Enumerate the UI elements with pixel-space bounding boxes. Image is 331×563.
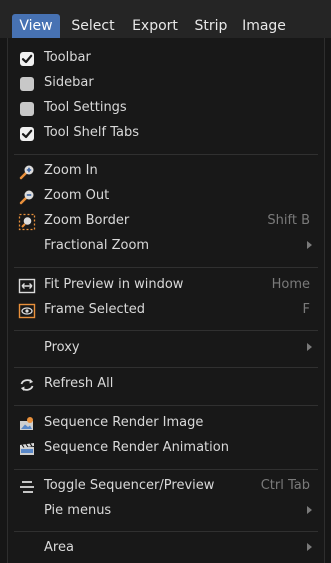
menu-item-label: Sequence Render Image: [44, 415, 204, 430]
menu-item-toggle-sequencer-preview[interactable]: Toggle Sequencer/Preview Ctrl Tab: [8, 475, 324, 499]
toggle-label: Tool Settings: [44, 100, 127, 115]
zoom-out-icon: [18, 188, 36, 206]
shortcut-label: Home: [271, 277, 310, 292]
menu-item-sequence-render-animation[interactable]: Sequence Render Animation: [8, 437, 324, 461]
menu-item-label: Fractional Zoom: [44, 238, 150, 253]
separator: [14, 469, 318, 470]
refresh-icon: [18, 376, 36, 394]
menu-item-refresh-all[interactable]: Refresh All: [8, 373, 324, 397]
menu-item-proxy[interactable]: Proxy: [8, 337, 324, 361]
checkbox-unchecked-icon[interactable]: [20, 102, 34, 116]
menu-item-fractional-zoom[interactable]: Fractional Zoom: [8, 235, 324, 259]
separator: [14, 267, 318, 268]
menu-item-fit-preview[interactable]: Fit Preview in window Home: [8, 274, 324, 298]
toggle-label: Sidebar: [44, 75, 94, 90]
menu-bar: View Select Export Strip Image: [0, 0, 331, 38]
menu-item-label: Refresh All: [44, 376, 114, 391]
shortcut-label: F: [302, 302, 310, 317]
checkbox-checked-icon[interactable]: [20, 52, 34, 66]
toggle-label: Toolbar: [44, 50, 91, 65]
menu-item-zoom-out[interactable]: Zoom Out: [8, 185, 324, 209]
separator: [14, 405, 318, 406]
toggle-tool-settings[interactable]: Tool Settings: [8, 97, 324, 121]
menu-item-pie-menus[interactable]: Pie menus: [8, 500, 324, 524]
toggle-tool-shelf-tabs[interactable]: Tool Shelf Tabs: [8, 122, 324, 146]
checkbox-checked-icon[interactable]: [20, 127, 34, 141]
toggle-label: Tool Shelf Tabs: [44, 125, 139, 140]
menu-item-zoom-in[interactable]: Zoom In: [8, 160, 324, 184]
menu-item-label: Frame Selected: [44, 302, 145, 317]
menu-item-label: Toggle Sequencer/Preview: [44, 478, 215, 493]
menu-item-label: Zoom Out: [44, 188, 110, 203]
checkbox-unchecked-icon[interactable]: [20, 77, 34, 91]
tab-view[interactable]: View: [12, 14, 60, 38]
toggle-sidebar[interactable]: Sidebar: [8, 72, 324, 96]
toggle-toolbar[interactable]: Toolbar: [8, 47, 324, 71]
menu-item-label: Zoom Border: [44, 213, 130, 228]
separator: [14, 154, 318, 155]
fit-preview-icon: [18, 277, 36, 295]
zoom-border-icon: [18, 213, 36, 231]
menu-item-label: Area: [44, 540, 74, 555]
render-animation-icon: [18, 440, 36, 458]
menu-item-label: Proxy: [44, 340, 80, 355]
shortcut-label: Ctrl Tab: [260, 478, 310, 493]
menu-item-sequence-render-image[interactable]: Sequence Render Image: [8, 412, 324, 436]
shortcut-label: Shift B: [267, 213, 310, 228]
toggle-sequencer-icon: [18, 478, 36, 496]
separator: [14, 367, 318, 368]
menu-item-area[interactable]: Area: [8, 537, 324, 561]
tab-export[interactable]: Export: [127, 14, 183, 38]
menu-item-label: Fit Preview in window: [44, 277, 184, 292]
menu-item-label: Sequence Render Animation: [44, 440, 229, 455]
tab-select[interactable]: Select: [66, 14, 120, 38]
submenu-arrow-icon: [307, 241, 312, 249]
menu-item-zoom-border[interactable]: Zoom Border Shift B: [8, 210, 324, 234]
separator: [14, 330, 318, 331]
submenu-arrow-icon: [307, 343, 312, 351]
separator: [14, 531, 318, 532]
submenu-arrow-icon: [307, 506, 312, 514]
view-menu-dropdown: Toolbar Sidebar Tool Settings Tool Shelf…: [7, 38, 325, 563]
submenu-arrow-icon: [307, 543, 312, 551]
tab-strip[interactable]: Strip: [189, 14, 233, 38]
tab-image[interactable]: Image: [238, 14, 290, 38]
frame-selected-icon: [18, 302, 36, 320]
menu-item-label: Zoom In: [44, 163, 98, 178]
render-image-icon: [18, 415, 36, 433]
menu-item-label: Pie menus: [44, 503, 112, 518]
zoom-in-icon: [18, 163, 36, 181]
menu-item-frame-selected[interactable]: Frame Selected F: [8, 299, 324, 323]
